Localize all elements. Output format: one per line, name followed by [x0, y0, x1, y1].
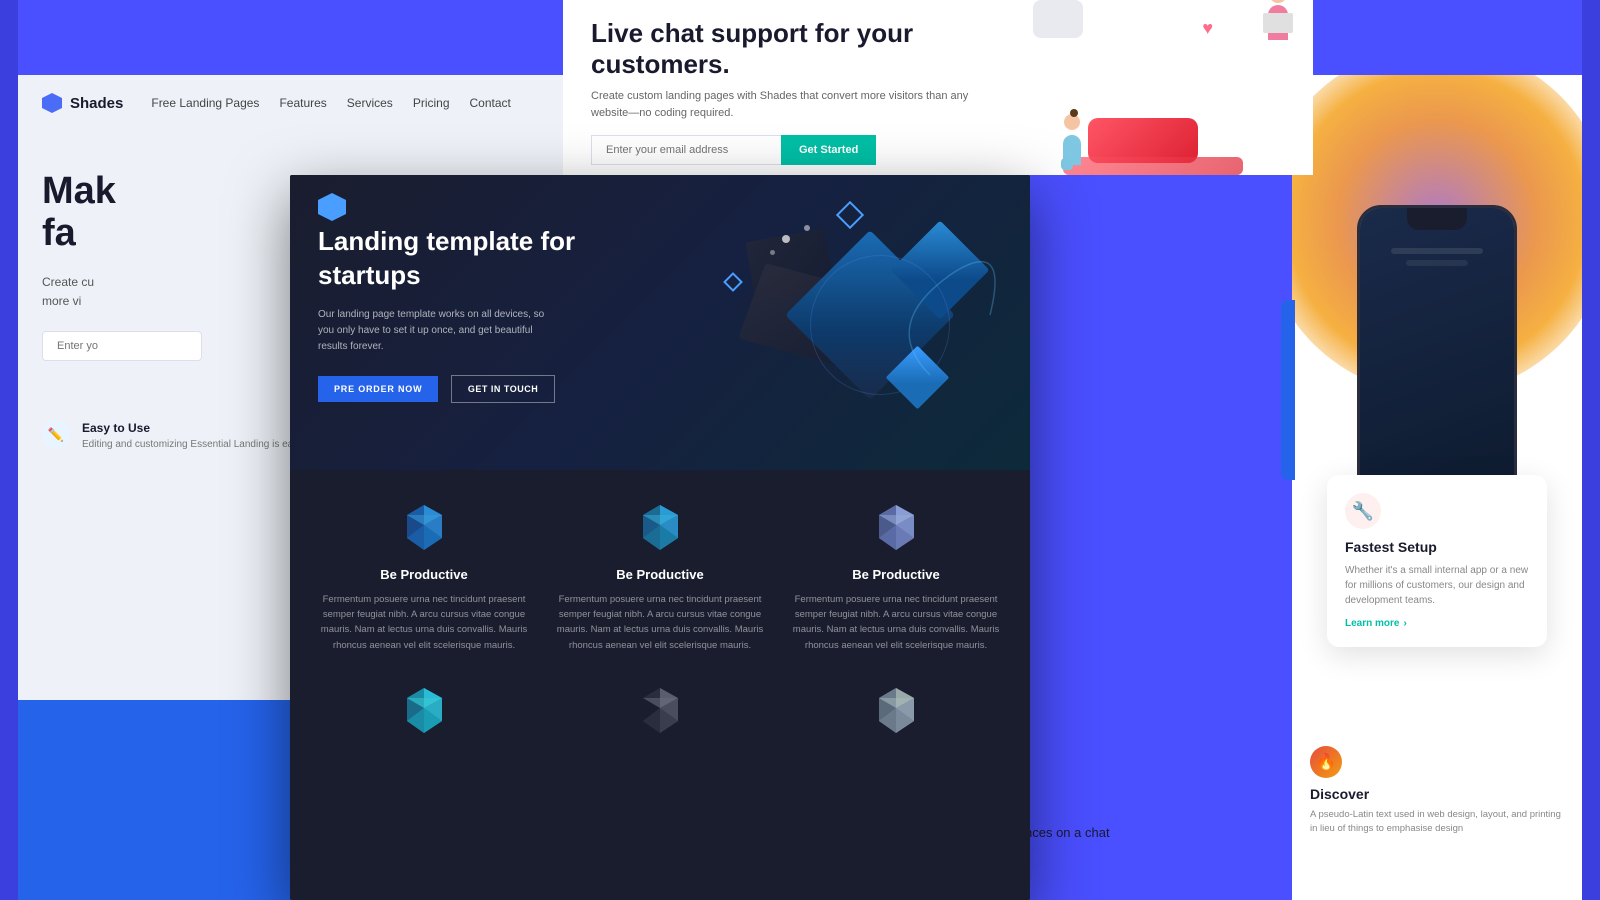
center-logo-icon — [318, 193, 346, 221]
center-features-grid: Be Productive Fermentum posuere urna nec… — [290, 470, 1030, 683]
learn-more-link[interactable]: Learn more › — [1345, 618, 1529, 629]
top-center-description: Create custom landing pages with Shades … — [591, 88, 1005, 121]
feature-title-1: Be Productive — [318, 567, 530, 582]
chevron-right-icon: › — [1403, 618, 1406, 629]
feature-title-3: Be Productive — [790, 567, 1002, 582]
shape-diamond-outline — [836, 201, 864, 229]
bottom-partial-text: nces on a chat — [1025, 825, 1275, 840]
feature-icon-1 — [397, 500, 452, 555]
chat-bubble-gray — [1033, 0, 1083, 38]
gem-svg-row2-2 — [633, 683, 688, 738]
discover-title: Discover — [1310, 786, 1564, 802]
center-hero-text: Landing template for startups Our landin… — [318, 225, 598, 403]
get-started-button[interactable]: Get Started — [781, 135, 876, 165]
shape-dot3 — [770, 250, 775, 255]
feature-card-2: Be Productive Fermentum posuere urna nec… — [554, 500, 766, 653]
blue-accent-right — [1281, 300, 1295, 480]
shape-dot1 — [782, 235, 790, 243]
shape-diamond-outline2 — [723, 272, 743, 292]
gem-svg-row2-1 — [397, 683, 452, 738]
top-illustration: ♥ — [1033, 0, 1313, 175]
phone-notch — [1407, 208, 1467, 230]
discover-icon: 🔥 — [1310, 746, 1342, 778]
top-center-panel: Live chat support for your customers. Cr… — [563, 0, 1313, 175]
feature-desc-1: Fermentum posuere urna nec tincidunt pra… — [318, 592, 530, 653]
feature-desc-2: Fermentum posuere urna nec tincidunt pra… — [554, 592, 766, 653]
headline-line2: fa — [42, 212, 76, 254]
feature-icon-row2-3 — [790, 683, 1002, 750]
discover-desc: A pseudo-Latin text used in web design, … — [1310, 808, 1564, 837]
feature-icon-2 — [633, 500, 688, 555]
feature-card-3: Be Productive Fermentum posuere urna nec… — [790, 500, 1002, 653]
shades-hero-desc: Create cumore vi — [42, 273, 302, 311]
gem-svg-2 — [633, 500, 688, 555]
discover-section: 🔥 Discover A pseudo-Latin text used in w… — [1292, 730, 1582, 900]
shapes-container — [630, 175, 1030, 470]
fastest-setup-title: Fastest Setup — [1345, 539, 1529, 555]
top-email-input[interactable] — [591, 135, 781, 165]
headline-line1: Mak — [42, 170, 116, 212]
fastest-setup-desc: Whether it's a small internal app or a n… — [1345, 563, 1529, 608]
learn-more-text: Learn more — [1345, 618, 1399, 629]
nav-pricing[interactable]: Pricing — [413, 96, 450, 110]
nav-services[interactable]: Services — [347, 96, 393, 110]
pencil-icon — [42, 421, 70, 449]
feature-title-2: Be Productive — [554, 567, 766, 582]
feature-desc-3: Fermentum posuere urna nec tincidunt pra… — [790, 592, 1002, 653]
center-header: Landing template for startups Our landin… — [290, 175, 1030, 470]
fastest-setup-card: 🔧 Fastest Setup Whether it's a small int… — [1327, 475, 1547, 647]
shades-nav-links: Free Landing Pages Features Services Pri… — [151, 96, 511, 110]
get-in-touch-button[interactable]: GET IN TOUCH — [451, 375, 555, 403]
shades-logo-icon — [42, 93, 62, 113]
nav-features[interactable]: Features — [279, 96, 326, 110]
phone-mockup — [1357, 205, 1517, 515]
center-headline: Landing template for startups — [318, 225, 598, 293]
phone-screen — [1360, 208, 1514, 512]
gem-svg-1 — [397, 500, 452, 555]
shades-email-input[interactable] — [42, 331, 202, 361]
top-center-headline: Live chat support for your customers. — [591, 18, 1005, 80]
right-border-bar — [1582, 0, 1600, 900]
shades-navbar: Shades Free Landing Pages Features Servi… — [18, 75, 573, 131]
bottom-partial-desc: nces on a chat — [1025, 825, 1275, 840]
shape-dot2 — [804, 225, 810, 231]
left-border-bar — [0, 0, 18, 900]
feature-icon-3 — [869, 500, 924, 555]
heart-icon: ♥ — [1202, 18, 1213, 39]
shades-logo: Shades — [42, 93, 123, 113]
gem-svg-3 — [869, 500, 924, 555]
right-panel: 🔧 Fastest Setup Whether it's a small int… — [1292, 75, 1582, 900]
tools-icon: 🔧 — [1345, 493, 1381, 529]
center-dark-panel: Landing template for startups Our landin… — [290, 175, 1030, 900]
feature-icon-row2-2 — [554, 683, 766, 750]
center-features-row2 — [290, 683, 1030, 770]
feature-icon-row2-1 — [318, 683, 530, 750]
nav-contact[interactable]: Contact — [470, 96, 511, 110]
pre-order-button[interactable]: PRE ORDER NOW — [318, 376, 438, 402]
gem-svg-row2-3 — [869, 683, 924, 738]
nav-free-landing[interactable]: Free Landing Pages — [151, 96, 259, 110]
shades-logo-text: Shades — [70, 95, 123, 112]
feature-card-1: Be Productive Fermentum posuere urna nec… — [318, 500, 530, 653]
center-description: Our landing page template works on all d… — [318, 307, 558, 355]
